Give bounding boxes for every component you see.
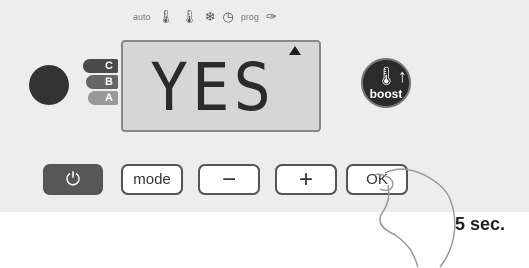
mode-prog: prog [240, 12, 259, 22]
boost-label: boost [369, 87, 403, 101]
program-tag-b: B [86, 75, 118, 89]
mode-strip: auto 🌡 🌡 ❄ ◷ prog ✑ [133, 8, 277, 26]
boost-button[interactable]: 🌡↑ boost [361, 58, 411, 108]
thermometer-high-icon: 🌡 [157, 9, 175, 24]
plus-button[interactable]: + [275, 164, 337, 195]
snowflake-icon: ❄ [204, 9, 216, 24]
lcd-indicator-arrow [289, 46, 301, 55]
mode-button[interactable]: mode [121, 164, 183, 195]
power-icon: ⏻ [65, 169, 81, 189]
program-tag-c: C [83, 59, 118, 73]
boost-icon: 🌡↑ [375, 66, 407, 86]
lcd-text: YES [150, 49, 275, 126]
program-tags: C B A [83, 59, 118, 107]
mode-auto: auto [133, 12, 151, 22]
minus-button[interactable]: − [198, 164, 260, 195]
lcd-display: YES [121, 40, 321, 132]
wrench-icon: ✑ [265, 9, 277, 24]
thermometer-low-icon: 🌡 [181, 9, 198, 24]
hold-duration-hint: 5 sec. [455, 214, 506, 234]
status-indicator-dot [29, 65, 69, 105]
program-tag-a: A [88, 91, 118, 105]
power-button[interactable]: ⏻ [43, 164, 103, 195]
clock-icon: ◷ [222, 9, 234, 24]
